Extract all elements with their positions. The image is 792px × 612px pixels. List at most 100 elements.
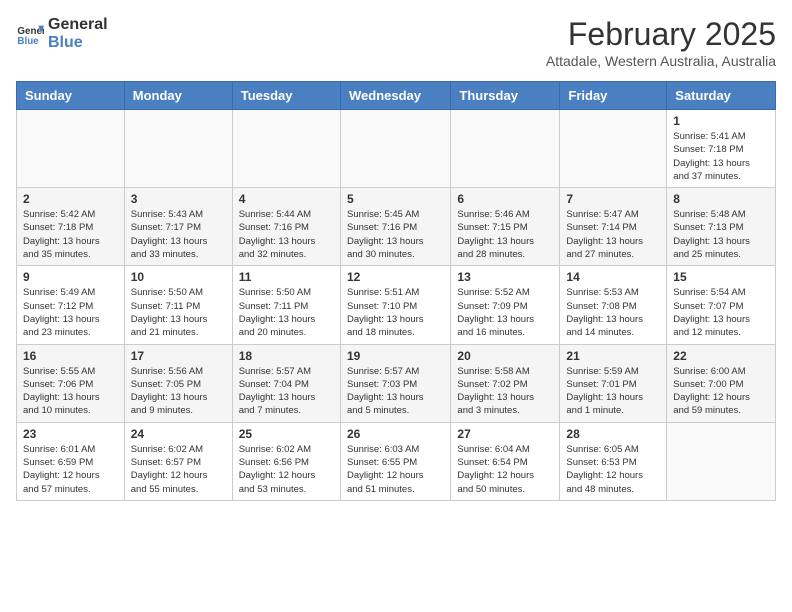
calendar-cell: 19Sunrise: 5:57 AM Sunset: 7:03 PM Dayli… (340, 344, 450, 422)
day-number: 15 (673, 270, 769, 284)
calendar-cell: 22 Sunrise: 6:00 AM Sunset: 7:00 PM Dayli… (667, 344, 776, 422)
calendar-week-5: 23 Sunrise: 6:01 AM Sunset: 6:59 PM Dayli… (17, 422, 776, 500)
day-number: 18 (239, 349, 334, 363)
day-number: 13 (457, 270, 553, 284)
calendar-cell: 25 Sunrise: 6:02 AM Sunset: 6:56 PM Dayli… (232, 422, 340, 500)
calendar-cell: 12 Sunrise: 5:51 AM Sunset: 7:10 PM Dayli… (340, 266, 450, 344)
day-header-friday: Friday (560, 82, 667, 110)
calendar-cell: 6 Sunrise: 5:46 AM Sunset: 7:15 PM Daylig… (451, 188, 560, 266)
day-info: Sunrise: 5:43 AM Sunset: 7:17 PM Dayligh… (131, 208, 226, 261)
logo-line1: General (48, 16, 108, 34)
calendar-week-1: 1Sunrise: 5:41 AM Sunset: 7:18 PM Daylig… (17, 110, 776, 188)
calendar-cell: 14 Sunrise: 5:53 AM Sunset: 7:08 PM Dayli… (560, 266, 667, 344)
day-info: Sunrise: 5:46 AM Sunset: 7:15 PM Dayligh… (457, 208, 553, 261)
month-title: February 2025 (546, 16, 776, 53)
svg-text:Blue: Blue (17, 35, 39, 46)
day-number: 22 (673, 349, 769, 363)
day-number: 9 (23, 270, 118, 284)
day-info: Sunrise: 5:56 AM Sunset: 7:05 PM Dayligh… (131, 365, 226, 418)
day-header-tuesday: Tuesday (232, 82, 340, 110)
day-number: 20 (457, 349, 553, 363)
day-number: 4 (239, 192, 334, 206)
day-info: Sunrise: 5:50 AM Sunset: 7:11 PM Dayligh… (131, 286, 226, 339)
day-number: 6 (457, 192, 553, 206)
day-info: Sunrise: 5:48 AM Sunset: 7:13 PM Dayligh… (673, 208, 769, 261)
logo: General Blue General Blue (16, 16, 108, 51)
logo-icon: General Blue (16, 20, 44, 48)
location: Attadale, Western Australia, Australia (546, 53, 776, 69)
calendar-cell: 21 Sunrise: 5:59 AM Sunset: 7:01 PM Dayli… (560, 344, 667, 422)
day-info: Sunrise: 5:44 AM Sunset: 7:16 PM Dayligh… (239, 208, 334, 261)
day-info: Sunrise: 5:53 AM Sunset: 7:08 PM Dayligh… (566, 286, 660, 339)
calendar-cell: 18 Sunrise: 5:57 AM Sunset: 7:04 PM Dayli… (232, 344, 340, 422)
day-info: Sunrise: 6:00 AM Sunset: 7:00 PM Dayligh… (673, 365, 769, 418)
day-number: 23 (23, 427, 118, 441)
calendar-cell: 27 Sunrise: 6:04 AM Sunset: 6:54 PM Dayli… (451, 422, 560, 500)
day-info: Sunrise: 5:58 AM Sunset: 7:02 PM Dayligh… (457, 365, 553, 418)
day-info: Sunrise: 6:02 AM Sunset: 6:57 PM Dayligh… (131, 443, 226, 496)
day-info: Sunrise: 5:59 AM Sunset: 7:01 PM Dayligh… (566, 365, 660, 418)
logo-line2: Blue (48, 34, 108, 52)
day-info: Sunrise: 5:49 AM Sunset: 7:12 PM Dayligh… (23, 286, 118, 339)
calendar-week-2: 2 Sunrise: 5:42 AM Sunset: 7:18 PM Daylig… (17, 188, 776, 266)
page-header: General Blue General Blue February 2025 … (16, 16, 776, 69)
day-number: 1 (673, 114, 769, 128)
calendar-cell: 15 Sunrise: 5:54 AM Sunset: 7:07 PM Dayli… (667, 266, 776, 344)
day-info: Sunrise: 5:51 AM Sunset: 7:10 PM Dayligh… (347, 286, 444, 339)
calendar-cell: 24 Sunrise: 6:02 AM Sunset: 6:57 PM Dayli… (124, 422, 232, 500)
calendar-cell: 26Sunrise: 6:03 AM Sunset: 6:55 PM Dayli… (340, 422, 450, 500)
day-info: Sunrise: 5:57 AM Sunset: 7:04 PM Dayligh… (239, 365, 334, 418)
calendar-cell: 28 Sunrise: 6:05 AM Sunset: 6:53 PM Dayli… (560, 422, 667, 500)
day-number: 24 (131, 427, 226, 441)
calendar-cell: 23 Sunrise: 6:01 AM Sunset: 6:59 PM Dayli… (17, 422, 125, 500)
calendar-cell (340, 110, 450, 188)
day-info: Sunrise: 6:01 AM Sunset: 6:59 PM Dayligh… (23, 443, 118, 496)
day-number: 11 (239, 270, 334, 284)
day-header-wednesday: Wednesday (340, 82, 450, 110)
calendar-cell: 16Sunrise: 5:55 AM Sunset: 7:06 PM Dayli… (17, 344, 125, 422)
calendar-cell: 20 Sunrise: 5:58 AM Sunset: 7:02 PM Dayli… (451, 344, 560, 422)
calendar-cell (124, 110, 232, 188)
day-info: Sunrise: 5:54 AM Sunset: 7:07 PM Dayligh… (673, 286, 769, 339)
day-info: Sunrise: 5:57 AM Sunset: 7:03 PM Dayligh… (347, 365, 444, 418)
calendar-cell: 13 Sunrise: 5:52 AM Sunset: 7:09 PM Dayli… (451, 266, 560, 344)
calendar-cell: 9 Sunrise: 5:49 AM Sunset: 7:12 PM Daylig… (17, 266, 125, 344)
day-number: 25 (239, 427, 334, 441)
calendar-week-4: 16Sunrise: 5:55 AM Sunset: 7:06 PM Dayli… (17, 344, 776, 422)
calendar-cell (17, 110, 125, 188)
day-info: Sunrise: 5:42 AM Sunset: 7:18 PM Dayligh… (23, 208, 118, 261)
day-number: 5 (347, 192, 444, 206)
day-number: 27 (457, 427, 553, 441)
day-info: Sunrise: 6:04 AM Sunset: 6:54 PM Dayligh… (457, 443, 553, 496)
day-number: 2 (23, 192, 118, 206)
day-info: Sunrise: 5:52 AM Sunset: 7:09 PM Dayligh… (457, 286, 553, 339)
day-number: 10 (131, 270, 226, 284)
calendar-cell (560, 110, 667, 188)
day-number: 28 (566, 427, 660, 441)
day-number: 17 (131, 349, 226, 363)
day-number: 7 (566, 192, 660, 206)
calendar-cell: 2 Sunrise: 5:42 AM Sunset: 7:18 PM Daylig… (17, 188, 125, 266)
day-header-thursday: Thursday (451, 82, 560, 110)
day-info: Sunrise: 6:05 AM Sunset: 6:53 PM Dayligh… (566, 443, 660, 496)
title-area: February 2025 Attadale, Western Australi… (546, 16, 776, 69)
day-header-monday: Monday (124, 82, 232, 110)
day-number: 21 (566, 349, 660, 363)
day-number: 8 (673, 192, 769, 206)
calendar-cell: 1Sunrise: 5:41 AM Sunset: 7:18 PM Daylig… (667, 110, 776, 188)
calendar-cell: 10 Sunrise: 5:50 AM Sunset: 7:11 PM Dayli… (124, 266, 232, 344)
calendar-cell: 7 Sunrise: 5:47 AM Sunset: 7:14 PM Daylig… (560, 188, 667, 266)
day-number: 14 (566, 270, 660, 284)
calendar-cell: 4 Sunrise: 5:44 AM Sunset: 7:16 PM Daylig… (232, 188, 340, 266)
day-header-saturday: Saturday (667, 82, 776, 110)
calendar-cell: 17 Sunrise: 5:56 AM Sunset: 7:05 PM Dayli… (124, 344, 232, 422)
calendar-cell (232, 110, 340, 188)
calendar-cell: 3 Sunrise: 5:43 AM Sunset: 7:17 PM Daylig… (124, 188, 232, 266)
day-info: Sunrise: 5:47 AM Sunset: 7:14 PM Dayligh… (566, 208, 660, 261)
calendar-cell (451, 110, 560, 188)
day-number: 3 (131, 192, 226, 206)
day-info: Sunrise: 6:02 AM Sunset: 6:56 PM Dayligh… (239, 443, 334, 496)
day-number: 26 (347, 427, 444, 441)
day-number: 12 (347, 270, 444, 284)
day-header-sunday: Sunday (17, 82, 125, 110)
